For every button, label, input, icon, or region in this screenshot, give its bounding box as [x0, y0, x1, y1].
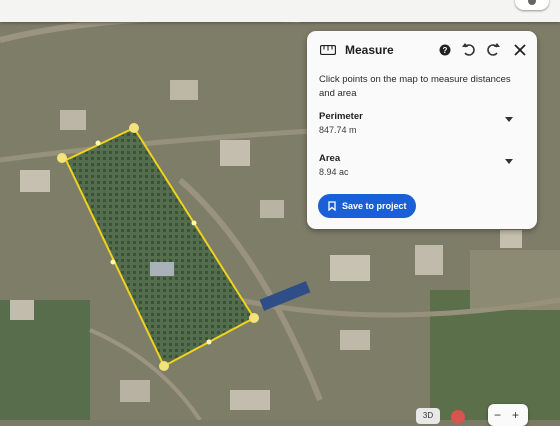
zoom-controls[interactable]: − +: [488, 404, 528, 426]
undo-button[interactable]: [460, 41, 478, 59]
building: [340, 330, 370, 350]
perimeter-label: Perimeter: [319, 111, 363, 122]
panel-title: Measure: [345, 43, 394, 57]
location-marker-icon[interactable]: [451, 410, 465, 424]
control-icon: [528, 0, 536, 5]
top-control-pill[interactable]: [515, 0, 549, 10]
building: [415, 245, 443, 275]
area-value: 8.94 ac: [319, 167, 349, 177]
area-row[interactable]: Area 8.94 ac: [307, 153, 537, 187]
chevron-down-icon: [505, 117, 513, 122]
undo-icon: [462, 43, 475, 56]
close-button[interactable]: [511, 41, 529, 59]
view-3d-label: 3D: [422, 411, 434, 420]
building: [260, 200, 284, 218]
building: [330, 255, 370, 281]
help-button[interactable]: ?: [436, 41, 454, 59]
polygon-midpoint[interactable]: [206, 339, 212, 345]
building: [60, 110, 86, 130]
polygon-midpoint[interactable]: [95, 140, 101, 146]
help-icon: ?: [439, 44, 451, 56]
redo-button[interactable]: [484, 41, 502, 59]
measure-panel: Measure ? Click points on the map to mea…: [307, 31, 537, 229]
top-bar: [0, 0, 560, 22]
instruction-text: Click points on the map to measure dista…: [319, 74, 511, 99]
building: [230, 390, 270, 410]
polygon-vertex[interactable]: [249, 313, 259, 323]
shed: [150, 262, 174, 276]
view-3d-button[interactable]: 3D: [416, 408, 440, 424]
building: [170, 80, 198, 100]
area-label: Area: [319, 153, 341, 164]
redo-icon: [487, 43, 500, 56]
building: [10, 300, 34, 320]
svg-text:?: ?: [443, 46, 448, 55]
polygon-vertex[interactable]: [57, 153, 67, 163]
chevron-down-icon: [505, 159, 513, 164]
building: [20, 170, 50, 192]
save-to-project-button[interactable]: Save to project: [318, 194, 416, 218]
bookmark-icon: [328, 201, 336, 211]
building: [220, 140, 250, 166]
polygon-midpoint[interactable]: [110, 259, 116, 265]
ruler-icon: [320, 45, 336, 55]
perimeter-row[interactable]: Perimeter 847.74 m: [307, 111, 537, 145]
polygon-vertex[interactable]: [159, 361, 169, 371]
panel-header: Measure ?: [307, 31, 537, 67]
building: [500, 230, 522, 248]
polygon-vertex[interactable]: [129, 123, 139, 133]
polygon-midpoint[interactable]: [191, 220, 197, 226]
perimeter-value: 847.74 m: [319, 125, 357, 135]
close-icon: [514, 44, 526, 56]
building: [120, 380, 150, 402]
save-button-label: Save to project: [342, 201, 407, 211]
